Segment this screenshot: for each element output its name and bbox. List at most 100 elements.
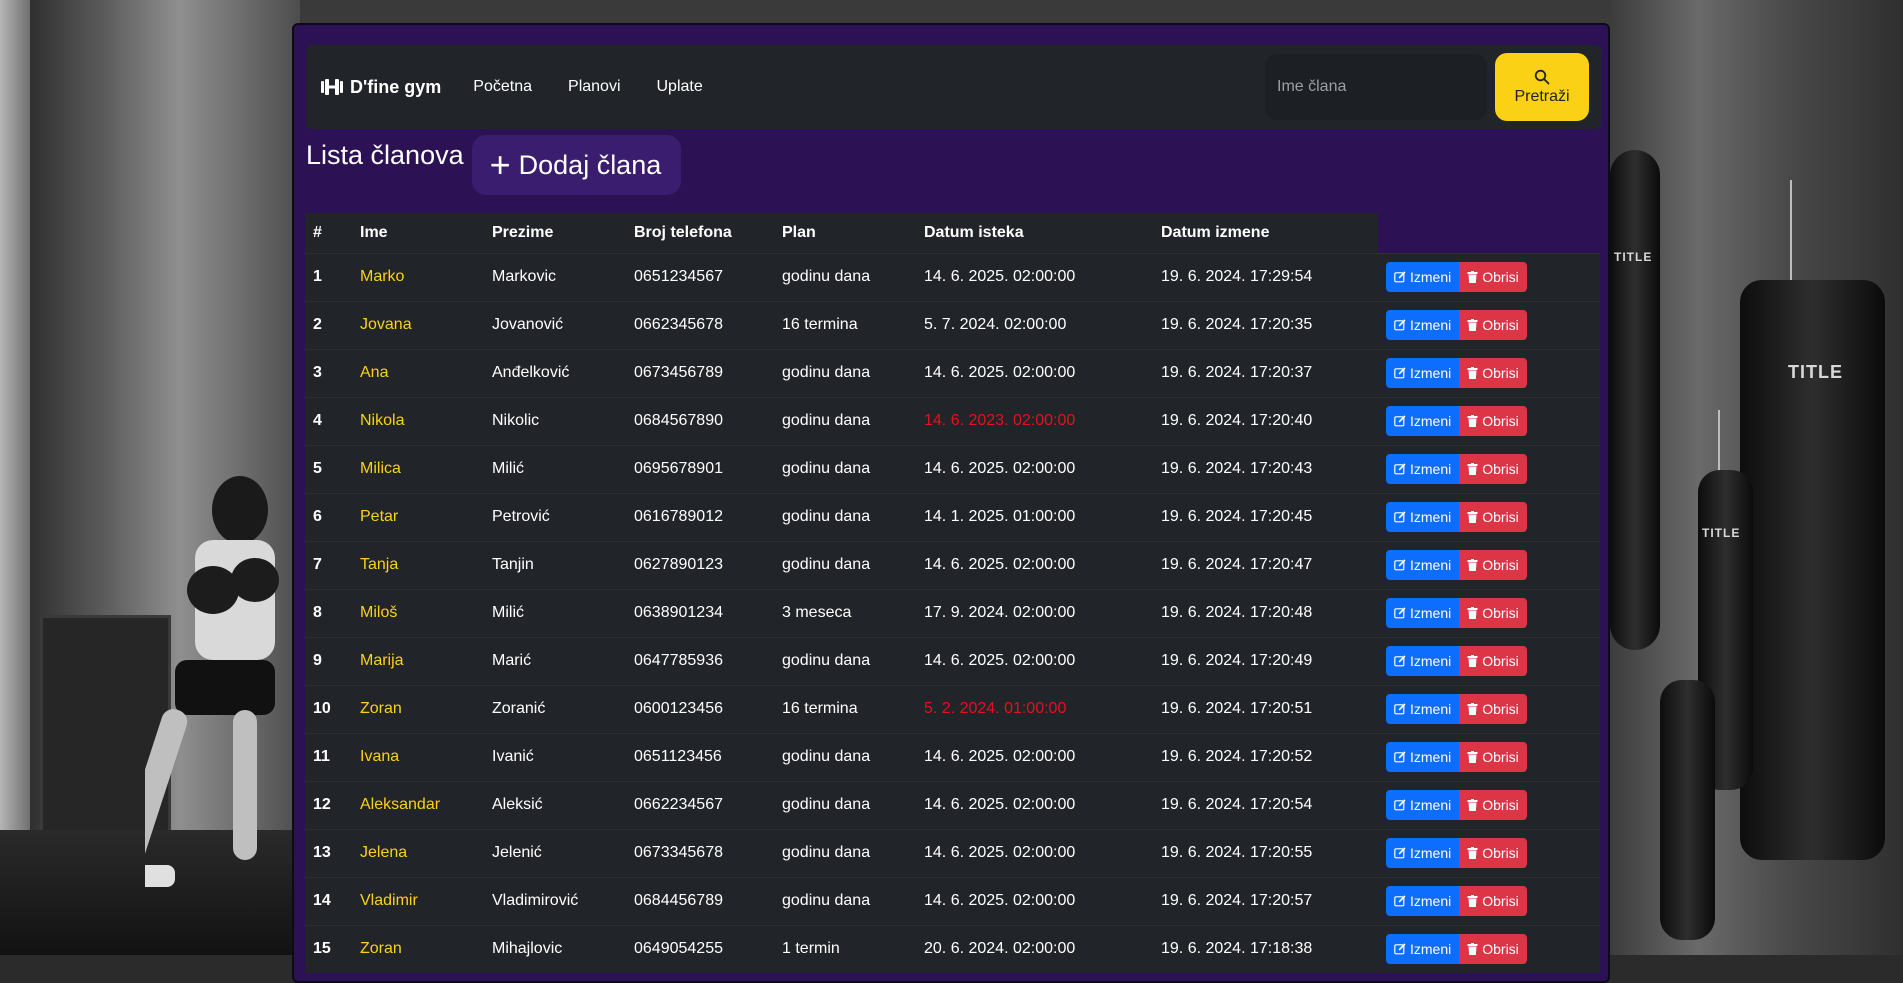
cell-ime[interactable]: Jovana — [352, 300, 484, 349]
cell-telefon: 0649054255 — [626, 924, 774, 973]
delete-button[interactable]: Obrisi — [1459, 694, 1527, 724]
delete-button-label: Obrisi — [1482, 653, 1519, 669]
cell-ime[interactable]: Nikola — [352, 396, 484, 445]
cell-telefon: 0651123456 — [626, 732, 774, 781]
edit-icon — [1394, 943, 1406, 955]
delete-button[interactable]: Obrisi — [1459, 550, 1527, 580]
edit-button[interactable]: Izmeni — [1386, 310, 1460, 340]
cell-number: 12 — [305, 780, 352, 829]
edit-button[interactable]: Izmeni — [1386, 550, 1460, 580]
delete-button[interactable]: Obrisi — [1459, 358, 1527, 388]
delete-button-label: Obrisi — [1482, 317, 1519, 333]
delete-button-label: Obrisi — [1482, 509, 1519, 525]
cell-telefon: 0616789012 — [626, 492, 774, 541]
cell-ime[interactable]: Vladimir — [352, 876, 484, 925]
edit-icon — [1394, 607, 1406, 619]
delete-button[interactable]: Obrisi — [1459, 646, 1527, 676]
cell-ime[interactable]: Marija — [352, 636, 484, 685]
trash-icon — [1467, 607, 1478, 619]
cell-ime[interactable]: Ana — [352, 348, 484, 397]
cell-ime[interactable]: Jelena — [352, 828, 484, 877]
delete-button[interactable]: Obrisi — [1459, 310, 1527, 340]
cell-actions: Izmeni Obrisi — [1378, 924, 1600, 973]
edit-button[interactable]: Izmeni — [1386, 406, 1460, 436]
col-header-prezime: Prezime — [484, 213, 626, 253]
cell-plan: godinu dana — [774, 492, 916, 541]
cell-prezime: Marić — [484, 636, 626, 685]
delete-button[interactable]: Obrisi — [1459, 886, 1527, 916]
cell-plan: godinu dana — [774, 876, 916, 925]
cell-plan: godinu dana — [774, 780, 916, 829]
cell-prezime: Tanjin — [484, 540, 626, 589]
search-input[interactable] — [1265, 54, 1487, 120]
background-punching-bag — [1610, 150, 1660, 650]
cell-actions: Izmeni Obrisi — [1378, 780, 1600, 829]
edit-button[interactable]: Izmeni — [1386, 646, 1460, 676]
col-header-plan: Plan — [774, 213, 916, 253]
cell-ime[interactable]: Aleksandar — [352, 780, 484, 829]
cell-prezime: Mihajlovic — [484, 924, 626, 973]
cell-prezime: Jelenić — [484, 828, 626, 877]
search-button[interactable]: Pretraži — [1495, 53, 1589, 121]
edit-button-label: Izmeni — [1410, 461, 1452, 477]
edit-button[interactable]: Izmeni — [1386, 262, 1460, 292]
cell-ime[interactable]: Ivana — [352, 732, 484, 781]
cell-ime[interactable]: Zoran — [352, 924, 484, 973]
delete-button[interactable]: Obrisi — [1459, 406, 1527, 436]
cell-telefon: 0600123456 — [626, 684, 774, 733]
row-actions: Izmeni Obrisi — [1386, 646, 1592, 676]
nav-link-planovi[interactable]: Planovi — [568, 78, 620, 96]
edit-button[interactable]: Izmeni — [1386, 790, 1460, 820]
cell-ime[interactable]: Marko — [352, 252, 484, 301]
cell-number: 3 — [305, 348, 352, 397]
cell-plan: 16 termina — [774, 300, 916, 349]
edit-icon — [1394, 847, 1406, 859]
delete-button[interactable]: Obrisi — [1459, 838, 1527, 868]
edit-button[interactable]: Izmeni — [1386, 742, 1460, 772]
edit-button[interactable]: Izmeni — [1386, 886, 1460, 916]
edit-button[interactable]: Izmeni — [1386, 598, 1460, 628]
brand[interactable]: D'fine gym — [320, 77, 441, 98]
delete-button[interactable]: Obrisi — [1459, 790, 1527, 820]
nav-link-uplate[interactable]: Uplate — [657, 78, 703, 96]
cell-ime[interactable]: Miloš — [352, 588, 484, 637]
table-row: 15 Zoran Mihajlovic 0649054255 1 termin … — [305, 924, 1600, 973]
delete-button[interactable]: Obrisi — [1459, 934, 1527, 965]
edit-button[interactable]: Izmeni — [1386, 502, 1460, 532]
edit-button-label: Izmeni — [1410, 413, 1452, 429]
cell-number: 6 — [305, 492, 352, 541]
cell-telefon: 0647785936 — [626, 636, 774, 685]
delete-button[interactable]: Obrisi — [1459, 742, 1527, 772]
delete-button[interactable]: Obrisi — [1459, 262, 1527, 292]
edit-button[interactable]: Izmeni — [1386, 838, 1460, 868]
cell-prezime: Ivanić — [484, 732, 626, 781]
table-row: 4 Nikola Nikolic 0684567890 godinu dana … — [305, 396, 1600, 445]
edit-button[interactable]: Izmeni — [1386, 358, 1460, 388]
row-actions: Izmeni Obrisi — [1386, 406, 1592, 436]
cell-ime[interactable]: Petar — [352, 492, 484, 541]
table-row: 6 Petar Petrović 0616789012 godinu dana … — [305, 492, 1600, 541]
row-actions: Izmeni Obrisi — [1386, 550, 1592, 580]
delete-button[interactable]: Obrisi — [1459, 502, 1527, 532]
table-row: 1 Marko Markovic 0651234567 godinu dana … — [305, 252, 1600, 301]
delete-button-label: Obrisi — [1482, 413, 1519, 429]
cell-ime[interactable]: Zoran — [352, 684, 484, 733]
cell-ime[interactable]: Tanja — [352, 540, 484, 589]
cell-datum-isteka: 20. 6. 2024. 02:00:00 — [916, 924, 1153, 973]
delete-button[interactable]: Obrisi — [1459, 454, 1527, 484]
search-form: Pretraži — [1265, 53, 1589, 121]
delete-button[interactable]: Obrisi — [1459, 598, 1527, 628]
trash-icon — [1467, 655, 1478, 667]
cell-ime[interactable]: Milica — [352, 444, 484, 493]
nav-link-pocetna[interactable]: Početna — [473, 78, 532, 96]
background-pillar — [0, 0, 30, 955]
edit-button[interactable]: Izmeni — [1386, 454, 1460, 484]
edit-button[interactable]: Izmeni — [1386, 694, 1460, 724]
cell-datum-izmene: 19. 6. 2024. 17:20:40 — [1153, 396, 1378, 445]
cell-plan: 1 termin — [774, 924, 916, 973]
edit-button[interactable]: Izmeni — [1386, 934, 1460, 965]
cell-datum-izmene: 19. 6. 2024. 17:20:37 — [1153, 348, 1378, 397]
cell-prezime: Zoranić — [484, 684, 626, 733]
add-member-button[interactable]: + Dodaj člana — [471, 135, 682, 195]
row-actions: Izmeni Obrisi — [1386, 502, 1592, 532]
